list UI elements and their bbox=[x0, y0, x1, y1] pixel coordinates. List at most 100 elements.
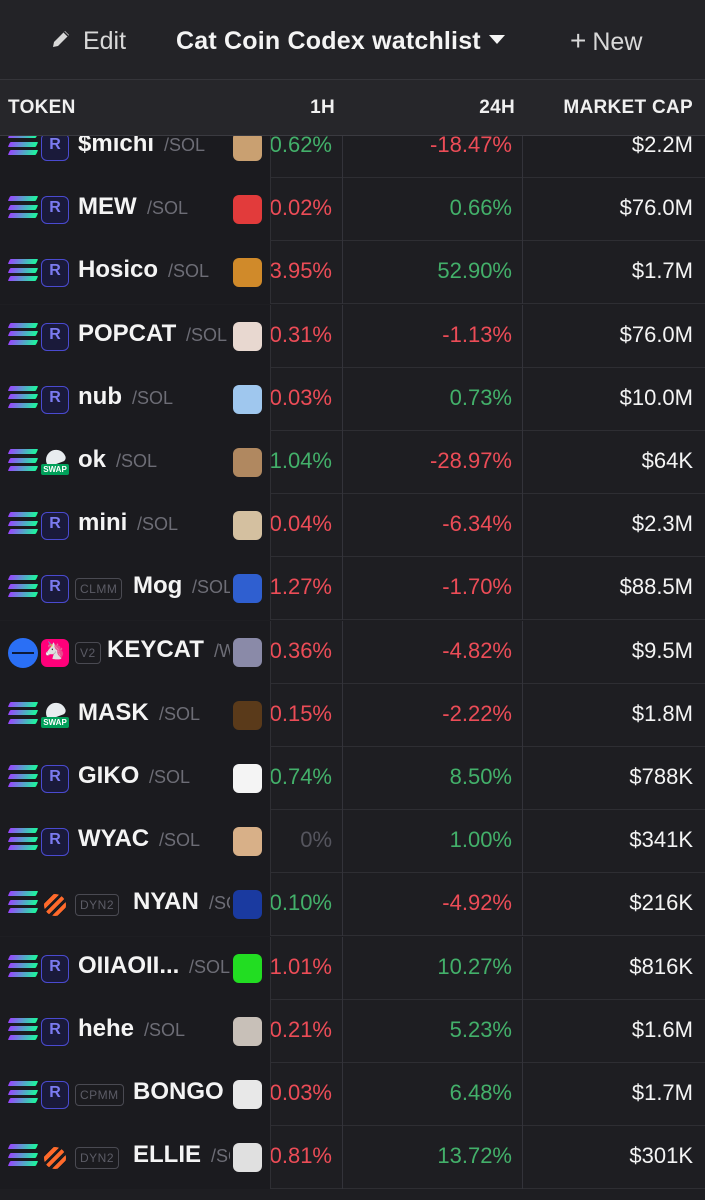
token-symbol[interactable]: OIIAOII... bbox=[78, 952, 179, 980]
token-cell: CLMM Mog/SOL bbox=[0, 557, 271, 621]
table-row[interactable]: nub/SOL0.03%0.73%$10.0M bbox=[0, 367, 705, 431]
market-cap-value: $64K bbox=[641, 448, 693, 473]
token-cell: GIKO/SOL bbox=[0, 747, 271, 810]
token-symbol[interactable]: WYAC bbox=[78, 825, 149, 853]
change-1h-value: 0.04% bbox=[271, 511, 332, 537]
raydium-dex-icon bbox=[41, 136, 69, 161]
table-row[interactable]: GIKO/SOL0.74%8.50%$788K bbox=[0, 747, 705, 810]
solana-chain-icon bbox=[7, 891, 39, 914]
change-24h-cell: -18.47% bbox=[343, 136, 523, 178]
token-symbol[interactable]: NYAN bbox=[133, 888, 199, 916]
market-cap-value: $76.0M bbox=[619, 195, 693, 221]
token-symbol[interactable]: MEW bbox=[78, 193, 137, 221]
token-symbol[interactable]: KEYCAT bbox=[107, 636, 204, 664]
market-cap-cell: $76.0M bbox=[523, 178, 705, 241]
token-symbol[interactable]: Hosico bbox=[78, 256, 158, 284]
market-cap-value: $1.7M bbox=[631, 258, 693, 284]
edit-label: Edit bbox=[82, 27, 127, 55]
header-1h[interactable]: 1H bbox=[310, 97, 335, 119]
token-avatar bbox=[233, 258, 262, 288]
table-row[interactable]: mini/SOL0.04%-6.34%$2.3M bbox=[0, 494, 705, 558]
change-1h-value: 0% bbox=[300, 827, 332, 853]
market-cap-value: $10.0M bbox=[619, 384, 693, 410]
header-market-cap[interactable]: MARKET CAP bbox=[563, 97, 693, 119]
token-symbol[interactable]: MASK bbox=[78, 699, 149, 727]
change-24h-cell: -4.82% bbox=[343, 620, 523, 684]
token-cell: MEW/SOL bbox=[0, 178, 271, 242]
market-cap-value: $1.7M bbox=[631, 1080, 693, 1105]
edit-button[interactable]: Edit bbox=[50, 24, 126, 59]
market-cap-value: $2.2M bbox=[631, 136, 693, 157]
change-1h-cell: 0.03% bbox=[271, 367, 343, 431]
caret-down-icon bbox=[488, 34, 505, 44]
quote-token: /SOL bbox=[209, 893, 230, 914]
token-avatar bbox=[233, 637, 262, 667]
token-cell: OIIAOII... /SOL bbox=[0, 936, 271, 1000]
uniswap-dex-icon bbox=[41, 638, 69, 667]
market-cap-value: $341K bbox=[629, 827, 693, 853]
token-avatar bbox=[233, 1016, 262, 1046]
market-cap-cell: $1.6M bbox=[523, 1000, 705, 1063]
table-row[interactable]: MEW/SOL0.02%0.66%$76.0M bbox=[0, 178, 705, 242]
quote-token: /SOL bbox=[147, 198, 189, 219]
token-symbol[interactable]: BONGO bbox=[133, 1078, 224, 1106]
table-row[interactable]: $michi/SOL0.62%-18.47%$2.2M bbox=[0, 136, 705, 178]
table-row[interactable]: Hosico/SOL3.95%52.90%$1.7M bbox=[0, 241, 705, 305]
token-symbol[interactable]: POPCAT bbox=[78, 320, 176, 348]
quote-token: /SOL bbox=[168, 261, 210, 282]
change-1h-cell: 0% bbox=[271, 810, 343, 874]
quote-token: /SOL bbox=[164, 136, 206, 155]
table-row[interactable]: ok/SOL1.04%-28.97%$64K bbox=[0, 431, 705, 494]
table-row[interactable]: OIIAOII... /SOL -1.01% 10.27% $816K bbox=[0, 936, 705, 1000]
plus-icon: + bbox=[570, 25, 587, 56]
watchlist-selector[interactable]: Cat Coin Codex watchlist bbox=[176, 24, 505, 58]
raydium-dex-icon bbox=[41, 954, 69, 983]
market-cap-value: $88.5M bbox=[619, 574, 693, 600]
market-cap-value: $301K bbox=[629, 1143, 693, 1169]
token-avatar bbox=[233, 700, 262, 730]
table-row[interactable]: CPMMBONGO/SOL0.03%6.48%$1.7M bbox=[0, 1063, 705, 1126]
market-cap-value: $1.6M bbox=[631, 1016, 693, 1042]
table-row[interactable]: DYN2 NYAN/SOL 0.10% -4.92% $216K bbox=[0, 873, 705, 937]
token-avatar bbox=[233, 1143, 262, 1173]
header-24h[interactable]: 24H bbox=[479, 97, 515, 119]
token-symbol[interactable]: Mog bbox=[133, 572, 182, 600]
header-token[interactable]: TOKEN bbox=[8, 97, 76, 119]
solana-chain-icon bbox=[7, 1081, 39, 1103]
change-24h-value: 0.73% bbox=[449, 384, 512, 410]
pool-type-badge: DYN2 bbox=[75, 1147, 120, 1170]
table-row[interactable]: POPCAT/SOL0.31%-1.13%$76.0M bbox=[0, 304, 705, 368]
token-symbol[interactable]: hehe bbox=[78, 1015, 134, 1043]
token-symbol[interactable]: mini bbox=[78, 509, 127, 537]
raydium-dex-icon bbox=[41, 575, 69, 604]
market-cap-cell: $216K bbox=[523, 873, 705, 936]
table-row[interactable]: hehe/SOL0.21%5.23%$1.6M bbox=[0, 999, 705, 1063]
token-symbol[interactable]: nub bbox=[78, 383, 122, 411]
quote-token: /SOL bbox=[137, 514, 179, 535]
change-1h-value: 0.15% bbox=[271, 700, 332, 726]
change-24h-cell: 52.90% bbox=[343, 241, 523, 305]
token-symbol[interactable]: ELLIE bbox=[133, 1141, 201, 1169]
table-row[interactable]: V2 KEYCAT/WETH 0.36% -4.82% $9.5M bbox=[0, 620, 705, 684]
token-avatar bbox=[233, 827, 262, 857]
solana-chain-icon bbox=[7, 575, 39, 598]
table-row[interactable]: DYN2 ELLIE/SOL 0.81% 13.72% $301K bbox=[0, 1126, 705, 1190]
change-24h-cell: 13.72% bbox=[343, 1126, 523, 1190]
change-24h-value: -1.13% bbox=[442, 321, 512, 347]
change-1h-cell: 0.81% bbox=[271, 1126, 343, 1190]
table-row[interactable]: CLMM Mog/SOL 1.27% -1.70% $88.5M bbox=[0, 557, 705, 621]
token-symbol[interactable]: GIKO bbox=[78, 762, 139, 790]
new-label: New bbox=[592, 28, 643, 56]
top-toolbar: Edit Cat Coin Codex watchlist + New bbox=[0, 0, 705, 80]
token-symbol[interactable]: ok bbox=[78, 446, 106, 474]
raydium-dex-icon bbox=[41, 322, 69, 351]
table-row[interactable]: MASK/SOL0.15%-2.22%$1.8M bbox=[0, 683, 705, 747]
new-watchlist-button[interactable]: + New bbox=[570, 24, 642, 59]
token-symbol[interactable]: $michi bbox=[78, 136, 154, 158]
token-cell: CPMMBONGO/SOL bbox=[0, 1063, 271, 1126]
solana-chain-icon bbox=[7, 701, 39, 724]
token-avatar bbox=[233, 136, 262, 161]
solana-chain-icon bbox=[7, 765, 39, 787]
change-24h-value: -1.70% bbox=[442, 574, 512, 600]
table-row[interactable]: WYAC/SOL 0% 1.00% $341K bbox=[0, 810, 705, 874]
